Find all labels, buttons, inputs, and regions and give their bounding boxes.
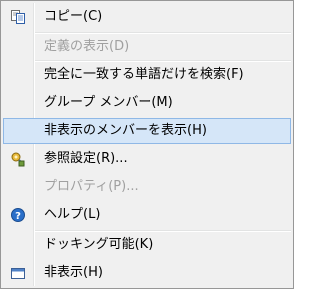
menu-item-find-whole-word[interactable]: 完全に一致する単語だけを検索(F) — [3, 62, 291, 88]
menu-item-label: ヘルプ(L) — [44, 207, 101, 222]
menu-item-group-members[interactable]: グループ メンバー(M) — [3, 90, 291, 116]
menu-item-help[interactable]: ? ヘルプ(L) — [3, 202, 291, 228]
menu-item-label: 非表示のメンバーを表示(H) — [44, 123, 207, 138]
menu-item-label: プロパティ(P)... — [44, 179, 139, 194]
menu-item-label: 参照設定(R)... — [44, 151, 128, 166]
menu-item-show-hidden-members[interactable]: 非表示のメンバーを表示(H) — [3, 118, 291, 144]
menu-item-dockable[interactable]: ドッキング可能(K) — [3, 232, 291, 258]
menu-item-label: ドッキング可能(K) — [44, 237, 154, 252]
menu-item-show-definition: 定義の表示(D) — [3, 34, 291, 60]
menu-item-properties: プロパティ(P)... — [3, 174, 291, 200]
menu-item-label: グループ メンバー(M) — [44, 95, 173, 110]
window-icon — [11, 268, 25, 279]
svg-text:?: ? — [15, 211, 21, 222]
help-icon: ? — [11, 208, 25, 222]
menu-item-label: 非表示(H) — [44, 265, 103, 280]
context-menu: コピー(C) 定義の表示(D) 完全に一致する単語だけを検索(F) グループ メ… — [0, 0, 294, 289]
menu-item-copy[interactable]: コピー(C) — [3, 4, 291, 30]
reference-settings-icon — [11, 152, 25, 167]
menu-item-label: 完全に一致する単語だけを検索(F) — [44, 67, 244, 82]
menu-item-label: 定義の表示(D) — [44, 39, 130, 54]
menu-item-reference-settings[interactable]: 参照設定(R)... — [3, 146, 291, 172]
menu-item-hide[interactable]: 非表示(H) — [3, 260, 291, 286]
menu-item-label: コピー(C) — [44, 9, 103, 24]
copy-icon — [11, 10, 25, 24]
